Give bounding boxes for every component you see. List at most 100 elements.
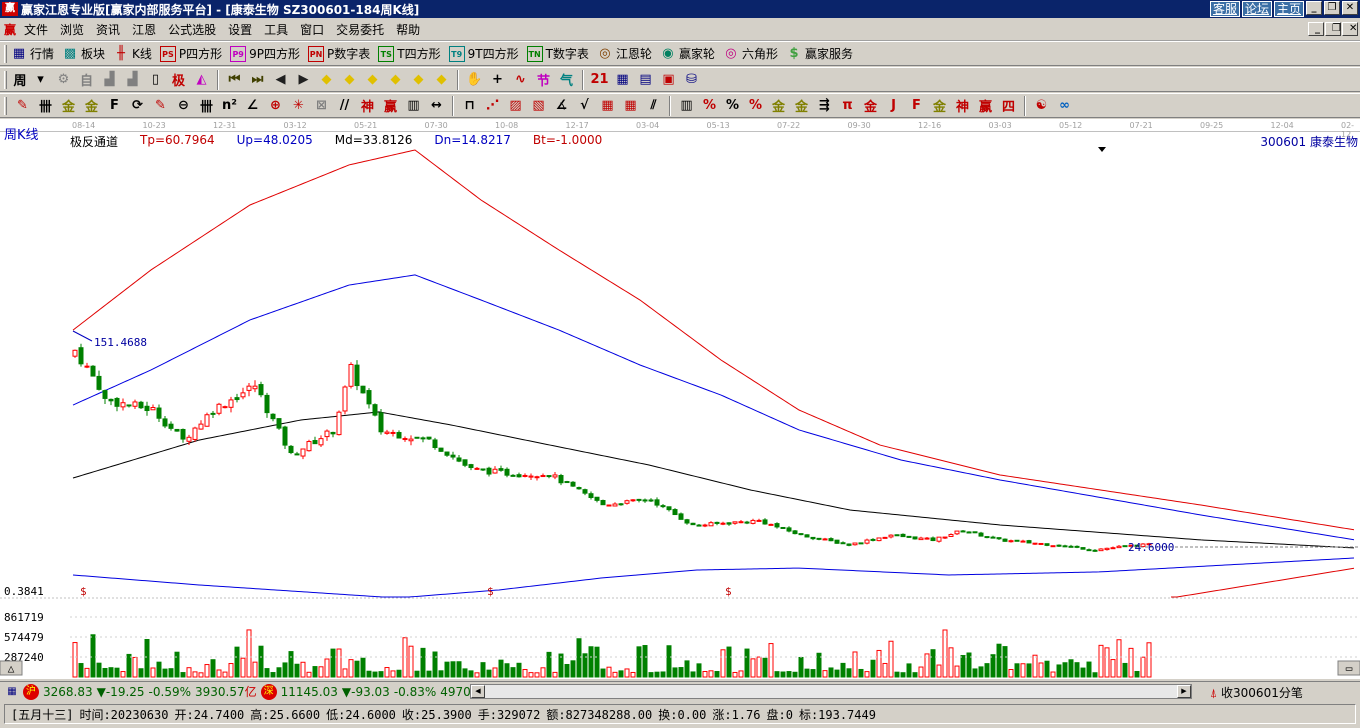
toolbar-button-kline[interactable]: ╫ K线 [113,45,152,62]
percent-lines-icon[interactable]: % [744,96,767,116]
toolbar-button-t-number[interactable]: TN T数字表 [526,45,589,62]
four-fan-icon[interactable]: 四 [997,96,1020,116]
scroll-left-button[interactable]: ◀ [471,685,485,698]
toolbar-button-sector-blocks[interactable]: ▩ 板块 [62,45,105,62]
gold-lines-icon[interactable]: 金 [790,96,813,116]
j-fan-icon[interactable]: J [882,96,905,116]
angle-icon[interactable]: ∠ [241,96,264,116]
gold-fan-icon[interactable]: 金 [928,96,951,116]
candle-type-icon[interactable]: ▯ [144,70,167,90]
mdi-minimize-button[interactable]: _ [1308,22,1324,36]
n2-icon[interactable]: n² [218,96,241,116]
toolbar-button-t-square[interactable]: TS T四方形 [378,45,441,62]
customer-service-link[interactable]: 客服 [1209,1,1240,17]
period-dropdown-icon[interactable]: ▾ [29,70,52,90]
calculator-icon[interactable]: ▦ [611,70,634,90]
target-icon[interactable]: ⊕ [264,96,287,116]
gold-circle-icon[interactable]: 金 [767,96,790,116]
network-icon[interactable]: ⛁ [680,70,703,90]
angle-fan-icon[interactable]: ∡ [550,96,573,116]
triangle-chart-icon[interactable]: ◭ [190,70,213,90]
f-fan-icon[interactable]: F [905,96,928,116]
measure-icon[interactable]: ↔ [425,96,448,116]
ying-fan-icon[interactable]: 赢 [974,96,997,116]
grid2-icon[interactable]: ▦ [619,96,642,116]
toolbar-button-p-number[interactable]: PN P数字表 [308,45,370,62]
extreme-icon[interactable]: 极 [167,70,190,90]
toolbar-button-gann-wheel[interactable]: ◎ 江恩轮 [597,45,652,62]
shen-icon[interactable]: 神 [356,96,379,116]
gold-box-icon[interactable]: 金 [859,96,882,116]
fan-box2-icon[interactable]: ▧ [527,96,550,116]
quote-table-icon[interactable]: ▦ [4,684,20,700]
line-icon[interactable]: ∿ [509,70,532,90]
nav-ud-icon[interactable]: ◆ [430,70,453,90]
infinity-icon[interactable]: ∞ [1053,96,1076,116]
mdi-restore-button[interactable]: ❐ [1325,22,1341,36]
fan-icon[interactable]: ⋰ [481,96,504,116]
self-icon[interactable]: 自 [75,70,98,90]
forum-link[interactable]: 论坛 [1241,1,1272,17]
shen-fan-icon[interactable]: 神 [951,96,974,116]
menu-browse[interactable]: 浏览 [54,21,90,38]
f-lines-icon[interactable]: F [103,96,126,116]
toolbar-button-p-square[interactable]: PS P四方形 [159,45,222,62]
mdi-close-button[interactable]: ✕ [1342,22,1358,36]
menu-gann[interactable]: 江恩 [126,21,162,38]
percent-icon[interactable]: % [721,96,744,116]
grid-icon[interactable]: ▦ [596,96,619,116]
menu-file[interactable]: 文件 [18,21,54,38]
yinyang-icon[interactable]: ☯ [1030,96,1053,116]
toolbar-button-dollar[interactable]: $ 赢家服务 [786,45,853,62]
calendar-icon[interactable]: 21 [588,70,611,90]
nav-right-icon[interactable]: ◆ [338,70,361,90]
chart-s-icon[interactable]: ▟ [98,70,121,90]
nav-lr-icon[interactable]: ◆ [361,70,384,90]
toolbar-button-hexagon[interactable]: ◎ 六角形 [723,45,778,62]
nav-star-icon[interactable]: ◆ [384,70,407,90]
report-icon[interactable]: ▤ [634,70,657,90]
save-icon[interactable]: ▣ [657,70,680,90]
menu-help[interactable]: 帮助 [390,21,426,38]
menu-formula[interactable]: 公式选股 [162,21,222,38]
shenzhen-index[interactable]: 深 11145.03 ▼-93.03 -0.83% 4970.2 [260,683,482,700]
hand-icon[interactable]: ✋ [463,70,486,90]
prev-icon[interactable]: ◀ [269,70,292,90]
star-burst-icon[interactable]: ✳ [287,96,310,116]
qi-icon[interactable]: 气 [555,70,578,90]
diagonal-icon[interactable]: ⫽ [642,96,665,116]
v-icon[interactable]: √ [573,96,596,116]
gold1-icon[interactable]: 金 [57,96,80,116]
pen-icon[interactable]: ✎ [11,96,34,116]
menu-tools[interactable]: 工具 [258,21,294,38]
last-icon[interactable]: ⏭ [246,70,269,90]
toolbar-grip[interactable] [4,44,7,63]
parallel-icon[interactable]: 卌 [34,96,57,116]
bars-icon[interactable]: ▥ [402,96,425,116]
chart-area[interactable]: 08-14 10-23 12-31 03-12 05-21 07-30 10-08 12-17… [0,119,1360,679]
horizontal-scrollbar[interactable]: ◀ ▶ [470,684,1192,699]
toolbar-button-quote-table[interactable]: ▦ 行情 [11,45,54,62]
close-button[interactable]: ✕ [1342,1,1358,15]
chart-9-icon[interactable]: ▟ [121,70,144,90]
minimize-button[interactable]: _ [1306,1,1322,15]
slash-icon[interactable]: // [333,96,356,116]
restore-button[interactable]: ❐ [1324,1,1340,15]
menu-trade[interactable]: 交易委托 [330,21,390,38]
scroll-right-button[interactable]: ▶ [1177,685,1191,698]
menu-settings[interactable]: 设置 [222,21,258,38]
hash-icon[interactable]: 卌 [195,96,218,116]
fan-pen-icon[interactable]: ✎ [149,96,172,116]
ying-icon[interactable]: 赢 [379,96,402,116]
period-select[interactable]: 周 [11,70,29,90]
box-line-icon[interactable]: ⊓ [458,96,481,116]
first-icon[interactable]: ⏮ [223,70,246,90]
fan-box-icon[interactable]: ▨ [504,96,527,116]
box-grid-icon[interactable]: ⊠ [310,96,333,116]
next-icon[interactable]: ▶ [292,70,315,90]
fan-arrow-icon[interactable]: ⇶ [813,96,836,116]
nav-x-icon[interactable]: ◆ [407,70,430,90]
percent-fan-icon[interactable]: % [698,96,721,116]
pi-icon[interactable]: π [836,96,859,116]
gold2-icon[interactable]: 金 [80,96,103,116]
